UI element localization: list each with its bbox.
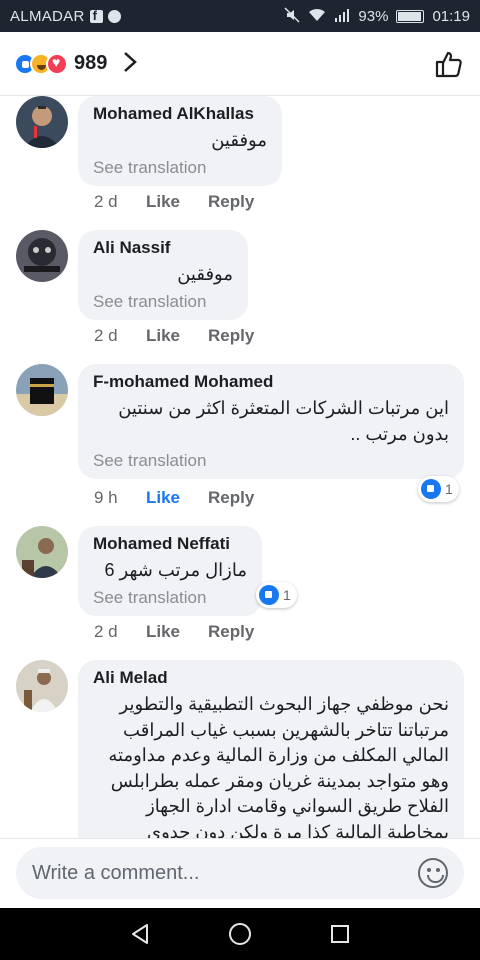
comment-bubble[interactable]: Ali Melad نحن موظفي جهاز البحوث التطبيقي…	[78, 660, 464, 838]
back-triangle-icon	[132, 924, 148, 944]
comment-bubble[interactable]: Ali Nassif موفقين See translation	[78, 230, 248, 320]
home-button[interactable]	[228, 922, 252, 946]
comment-text: اين مرتبات الشركات المتعثرة اكثر من سنتي…	[118, 398, 449, 444]
reaction-summary[interactable]: 989	[14, 52, 107, 75]
comment-text: نحن موظفي جهاز البحوث التطبيقية والتطوير…	[108, 694, 449, 838]
comment-input-placeholder: Write a comment...	[32, 861, 200, 884]
comment-input[interactable]: Write a comment...	[16, 847, 464, 899]
comment-author[interactable]: Ali Melad	[93, 668, 449, 688]
comment-actions: 2 d Like Reply	[94, 326, 254, 346]
comment-reactions[interactable]: 1	[256, 582, 297, 608]
comment-actions: 2 d Like Reply	[94, 192, 254, 212]
like-reaction-icon	[259, 585, 279, 605]
comment-bubble[interactable]: F-mohamed Mohamed اين مرتبات الشركات الم…	[78, 364, 464, 480]
recents-square-icon	[331, 925, 349, 943]
see-translation-link[interactable]: See translation	[93, 451, 449, 471]
avatar[interactable]	[16, 660, 68, 712]
back-button[interactable]	[128, 922, 152, 946]
battery-fill	[398, 11, 421, 21]
carrier-name: ALMADAR	[10, 7, 85, 25]
signal-icon	[334, 8, 350, 25]
reply-button[interactable]: Reply	[208, 192, 254, 212]
comment-author[interactable]: F-mohamed Mohamed	[93, 372, 449, 392]
emoji-icon[interactable]	[418, 858, 448, 888]
reply-button[interactable]: Reply	[208, 488, 254, 508]
clock: 01:19	[432, 7, 470, 25]
like-button[interactable]: Like	[146, 192, 208, 212]
avatar[interactable]	[16, 230, 68, 282]
reply-button[interactable]: Reply	[208, 622, 254, 642]
comment-reaction-count: 1	[445, 481, 453, 497]
comment-reaction-count: 1	[283, 587, 291, 603]
reaction-count: 989	[74, 52, 108, 74]
recent-apps-button[interactable]	[328, 922, 352, 946]
comment-author[interactable]: Ali Nassif	[93, 238, 233, 258]
comment-author[interactable]: Mohamed Neffati	[93, 534, 247, 554]
battery-percent: 93%	[358, 7, 389, 25]
comment-time: 2 d	[94, 622, 118, 641]
messenger-notification-icon	[107, 9, 121, 23]
reply-button[interactable]: Reply	[208, 326, 254, 346]
love-reaction-icon	[46, 52, 68, 75]
facebook-notification-icon	[89, 8, 103, 23]
comment-composer: Write a comment...	[0, 838, 480, 908]
comment-text: موفقين	[177, 264, 233, 284]
comment-text: مازال مرتب شهر 6	[104, 560, 247, 580]
status-bar: ALMADAR 93% 01:19	[0, 0, 480, 32]
comment-time: 2 d	[94, 326, 118, 345]
like-button[interactable]: Like	[146, 488, 208, 508]
comment-time: 9 h	[94, 488, 118, 507]
comment-bubble[interactable]: Mohamed Neffati مازال مرتب شهر 6 See tra…	[78, 526, 262, 616]
like-post-button[interactable]	[432, 47, 466, 81]
mute-icon	[284, 6, 300, 26]
avatar[interactable]	[16, 526, 68, 578]
comment-list[interactable]: Mohamed AlKhallas موفقين See translation…	[0, 96, 480, 838]
like-button[interactable]: Like	[146, 622, 208, 642]
comment-author[interactable]: Mohamed AlKhallas	[93, 104, 267, 124]
like-reaction-icon	[421, 479, 441, 499]
see-translation-link[interactable]: See translation	[93, 158, 267, 178]
system-navigation-bar	[0, 908, 480, 960]
avatar[interactable]	[16, 96, 68, 148]
see-translation-link[interactable]: See translation	[93, 588, 247, 608]
see-translation-link[interactable]: See translation	[93, 292, 233, 312]
chevron-right-icon[interactable]	[123, 51, 138, 77]
comment-actions: 9 h Like Reply	[94, 488, 254, 508]
wifi-icon	[308, 8, 326, 25]
comment-actions: 2 d Like Reply	[94, 622, 254, 642]
thumbs-up-icon	[435, 51, 462, 77]
battery-icon	[396, 9, 425, 23]
reactions-header: 989	[0, 32, 480, 96]
home-circle-icon	[229, 923, 251, 945]
comment-text: موفقين	[211, 130, 267, 150]
comment-reactions[interactable]: 1	[418, 476, 459, 502]
comment-time: 2 d	[94, 192, 118, 211]
avatar[interactable]	[16, 364, 68, 416]
like-button[interactable]: Like	[146, 326, 208, 346]
comment-bubble[interactable]: Mohamed AlKhallas موفقين See translation	[78, 96, 282, 186]
